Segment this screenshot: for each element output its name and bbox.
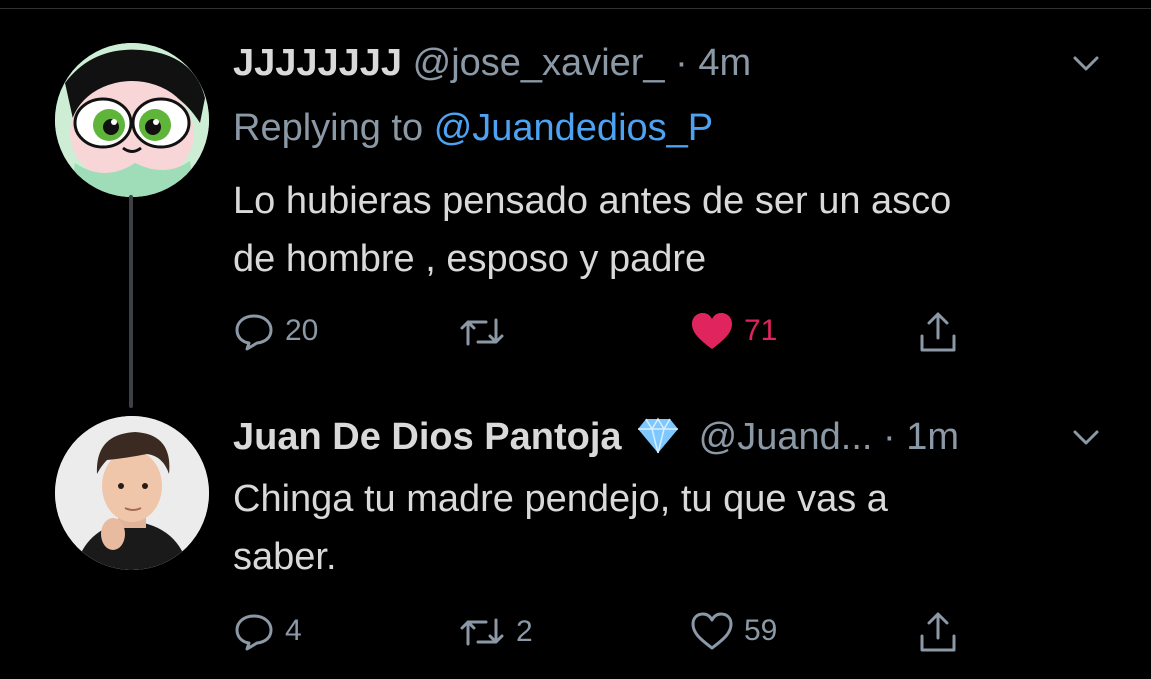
reply-icon [235, 614, 273, 651]
tweet2-separator: · [883, 416, 896, 458]
diamond-icon [638, 417, 679, 454]
tweet2-retweet-count: 2 [516, 615, 533, 648]
top-divider [0, 0, 1151, 9]
tweet2-reply-button[interactable]: 4 [233, 610, 302, 652]
powerpuff-avatar-icon [55, 43, 209, 197]
retweet-icon [460, 318, 504, 346]
tweet1-retweet-button[interactable] [458, 312, 516, 352]
chevron-down-icon[interactable] [1071, 422, 1101, 452]
replying-mention[interactable]: @Juandedios_P [434, 107, 713, 149]
tweet2-header: Juan De Dios Pantoja @Juand... · 1m [233, 414, 959, 460]
tweet2-time[interactable]: 1m [906, 416, 959, 458]
tweet2-share-button[interactable] [916, 610, 960, 654]
tweet2-text-line2: saber. [233, 536, 337, 578]
tweet1-handle[interactable]: @jose_xavier_ [413, 42, 665, 84]
tweet1-like-count: 71 [744, 314, 778, 347]
tweet1-like-button[interactable]: 71 [690, 311, 777, 351]
replying-to: Replying to @Juandedios_P [233, 105, 713, 151]
tweet2-text: Chinga tu madre pendejo, tu que vas a sa… [233, 470, 888, 586]
reply-icon [235, 314, 273, 351]
person-avatar-icon [55, 416, 209, 570]
thread-connector [129, 195, 133, 408]
tweet2-avatar[interactable] [55, 416, 209, 570]
heart-icon [691, 612, 733, 650]
tweet1-text-line2: de hombre , esposo y padre [233, 238, 707, 280]
tweet1-separator: · [675, 42, 688, 84]
share-icon [920, 612, 956, 652]
tweet2-like-button[interactable]: 59 [690, 611, 777, 651]
replying-prefix: Replying to [233, 107, 424, 149]
heart-filled-icon [692, 313, 732, 349]
tweet1-avatar[interactable] [55, 43, 209, 197]
tweet2-handle[interactable]: @Juand... [699, 416, 873, 458]
tweet1-header: JJJJJJJJ @jose_xavier_ · 4m [233, 40, 751, 86]
tweet1-text: Lo hubieras pensado antes de ser un asco… [233, 172, 951, 288]
tweet1-text-line1: Lo hubieras pensado antes de ser un asco [233, 180, 952, 222]
tweet1-time[interactable]: 4m [698, 42, 751, 84]
tweet2-like-count: 59 [744, 614, 778, 647]
tweet1-reply-button[interactable]: 20 [233, 310, 318, 352]
chevron-down-icon[interactable] [1071, 48, 1101, 78]
retweet-icon [460, 618, 504, 646]
share-icon [920, 312, 956, 352]
tweet2-retweet-button[interactable]: 2 [458, 612, 533, 652]
tweet2-display-name[interactable]: Juan De Dios Pantoja [233, 416, 622, 458]
tweet1-display-name[interactable]: JJJJJJJJ [233, 42, 402, 84]
tweet2-reply-count: 4 [285, 614, 302, 647]
tweet1-share-button[interactable] [916, 310, 960, 354]
tweet2-text-line1: Chinga tu madre pendejo, tu que vas a [233, 478, 888, 520]
tweet1-reply-count: 20 [285, 314, 319, 347]
